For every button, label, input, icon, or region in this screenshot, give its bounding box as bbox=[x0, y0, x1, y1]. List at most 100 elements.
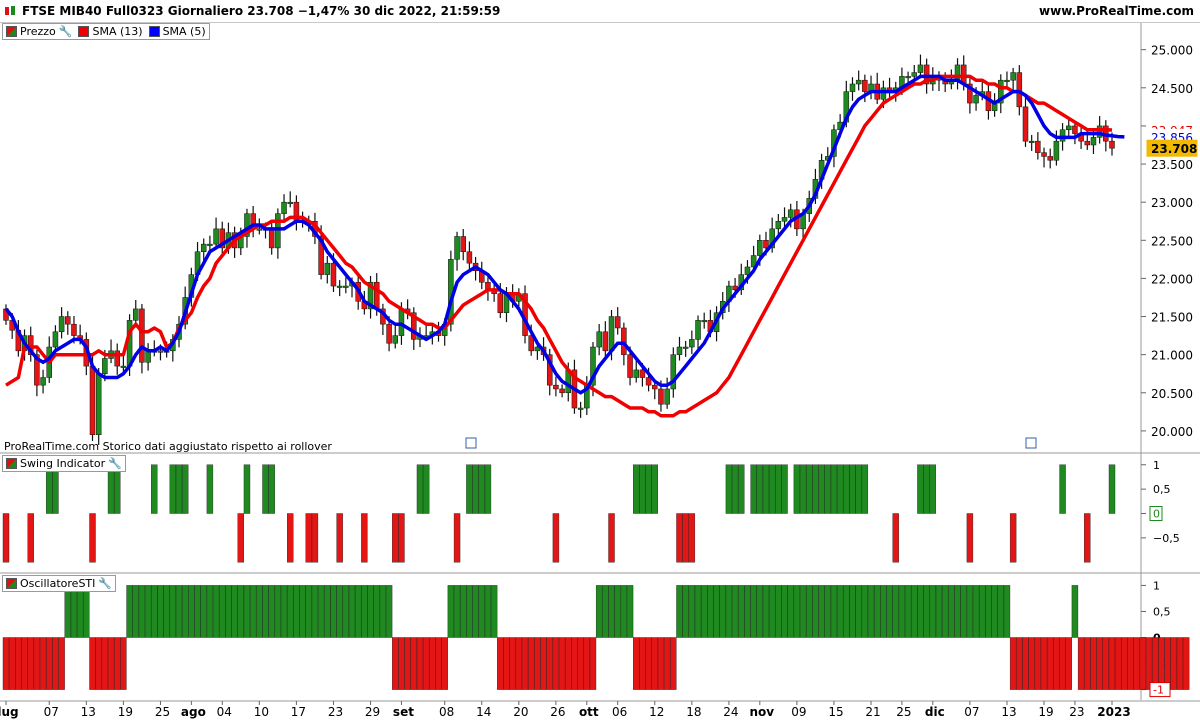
candle bbox=[58, 316, 65, 333]
swing-bar bbox=[175, 464, 183, 514]
candle bbox=[787, 209, 794, 218]
x-tick-label: 08 bbox=[439, 705, 454, 719]
y-tick-label: 22.000 bbox=[1151, 272, 1193, 286]
sti-bar bbox=[132, 585, 139, 638]
sti-bar bbox=[1071, 585, 1079, 638]
sti-bar bbox=[8, 637, 16, 690]
sti-bar bbox=[89, 637, 96, 690]
sti-bar bbox=[83, 585, 90, 638]
sti-bar bbox=[509, 637, 516, 690]
sti-bar bbox=[200, 585, 207, 638]
swing-bar bbox=[917, 464, 924, 514]
candle bbox=[256, 228, 263, 231]
candle bbox=[392, 335, 399, 344]
candle bbox=[917, 64, 924, 73]
sti-legend[interactable]: OscillatoreSTI 🔧 bbox=[2, 575, 117, 592]
candle bbox=[398, 308, 405, 336]
candle bbox=[207, 243, 213, 246]
candle bbox=[608, 316, 615, 352]
candle bbox=[911, 72, 918, 77]
swing-bar bbox=[398, 513, 405, 563]
swing-bar bbox=[633, 464, 640, 514]
swing-bar bbox=[806, 464, 813, 514]
candle bbox=[682, 346, 689, 349]
swing-bar bbox=[855, 464, 862, 514]
sti-bar bbox=[404, 637, 411, 690]
event-marker-icon[interactable] bbox=[1025, 437, 1037, 449]
candle bbox=[1053, 140, 1060, 161]
sti-bar bbox=[1040, 637, 1048, 690]
price-legend[interactable]: Prezzo 🔧 SMA (13) SMA (5) bbox=[2, 23, 210, 40]
candle bbox=[645, 377, 652, 386]
sma5-label: SMA (5) bbox=[162, 25, 206, 38]
sti-bar bbox=[855, 585, 862, 638]
wrench-icon[interactable]: 🔧 bbox=[108, 456, 122, 471]
swing-tick-label: 0,5 bbox=[1153, 483, 1171, 496]
candle bbox=[627, 354, 633, 378]
x-tick-label: 07 bbox=[44, 705, 59, 719]
swing-bar bbox=[849, 464, 856, 514]
swing-bar bbox=[1108, 464, 1116, 514]
sti-bar bbox=[287, 585, 294, 638]
sti-bar bbox=[694, 585, 702, 638]
sti-bar bbox=[497, 637, 504, 690]
candle bbox=[1022, 106, 1029, 142]
sti-bar bbox=[904, 585, 912, 638]
sti-bar bbox=[1090, 637, 1097, 690]
sti-bar bbox=[151, 585, 158, 638]
sti-bar bbox=[1003, 585, 1011, 638]
candle bbox=[639, 369, 646, 378]
sti-bar bbox=[1182, 637, 1190, 690]
swing-legend[interactable]: Swing Indicator 🔧 bbox=[2, 455, 126, 472]
sti-bar bbox=[812, 585, 819, 638]
sti-bar bbox=[379, 585, 387, 638]
sti-bar bbox=[27, 637, 34, 690]
swing-bar bbox=[1009, 513, 1017, 563]
sti-bar bbox=[311, 585, 319, 638]
y-tick-label: 22.500 bbox=[1151, 234, 1193, 248]
swing-bar bbox=[651, 464, 658, 514]
x-tick-label: 13 bbox=[81, 705, 96, 719]
swing-bar bbox=[453, 513, 461, 563]
candlestick-icon bbox=[6, 458, 17, 469]
wrench-icon[interactable]: 🔧 bbox=[59, 24, 73, 39]
sti-bar bbox=[1145, 637, 1153, 690]
swing-last-tag: 0 bbox=[1153, 508, 1160, 521]
sti-bar bbox=[707, 585, 714, 638]
x-tick-label: 06 bbox=[612, 705, 627, 719]
candle bbox=[621, 327, 627, 355]
swing-bar bbox=[27, 513, 34, 563]
sti-bar bbox=[256, 585, 263, 638]
sti-bar bbox=[756, 585, 764, 638]
sti-bar bbox=[1096, 637, 1103, 690]
candle bbox=[336, 285, 343, 288]
sti-bar bbox=[948, 585, 955, 638]
sti-bar bbox=[169, 585, 177, 638]
candle bbox=[602, 331, 609, 352]
rollover-note: ProRealTime.com Storico dati aggiustato … bbox=[4, 440, 332, 453]
sti-bar bbox=[818, 585, 825, 638]
y-tick-label: 23.500 bbox=[1151, 158, 1193, 172]
sti-bar bbox=[626, 585, 634, 638]
sma13-swatch-icon bbox=[78, 26, 90, 37]
event-marker-icon[interactable] bbox=[465, 437, 477, 449]
candle bbox=[1084, 140, 1091, 146]
candle bbox=[905, 76, 911, 79]
y-tick-label: 23.000 bbox=[1151, 196, 1193, 210]
sti-bar bbox=[731, 585, 739, 638]
sti-bar bbox=[917, 585, 924, 638]
sti-bar bbox=[262, 585, 269, 638]
swing-bar bbox=[206, 464, 214, 514]
swing-bar bbox=[46, 464, 53, 514]
swing-bar bbox=[243, 464, 251, 514]
sti-bar bbox=[1053, 637, 1060, 690]
x-tick-label: 23 bbox=[1069, 705, 1084, 719]
sti-bar bbox=[490, 585, 498, 638]
sti-bar bbox=[466, 585, 473, 638]
candle bbox=[497, 293, 504, 313]
sti-bar bbox=[762, 585, 770, 638]
sti-bar bbox=[114, 637, 121, 690]
sti-bar bbox=[274, 585, 282, 638]
wrench-icon[interactable]: 🔧 bbox=[98, 576, 112, 591]
swing-bar bbox=[552, 513, 560, 563]
